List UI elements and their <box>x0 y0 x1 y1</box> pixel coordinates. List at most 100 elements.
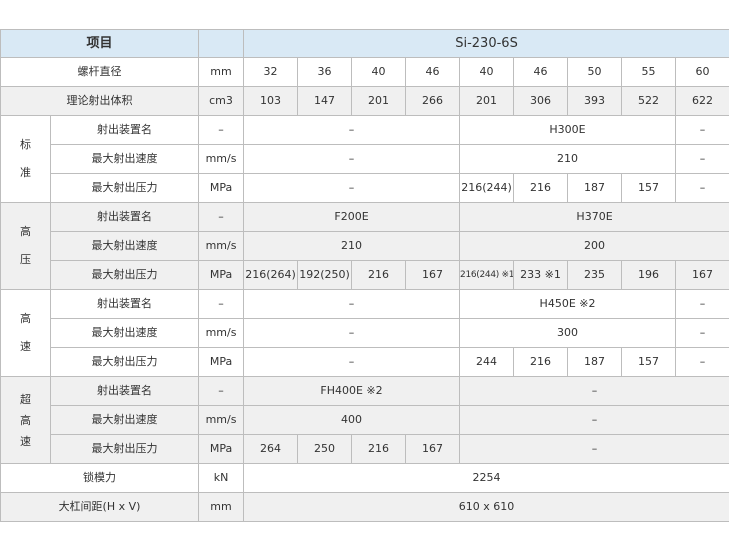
high-pressure-unit-name-label: 射出装置名 <box>49 202 200 232</box>
screw-diameter-value: 36 <box>297 57 353 87</box>
standard-unit-row: 标 准 射出装置名 – – H300E – <box>0 115 729 203</box>
clamp-force-label: 锁模力 <box>0 463 200 493</box>
ultra-high-speed-pressure-value: 250 <box>297 434 353 464</box>
high-speed-pressure-value: 187 <box>567 347 623 377</box>
high-speed-pressure-row: 最大射出压力 MPa – 244 216 187 157 – <box>1 347 729 377</box>
high-pressure-speed-label: 最大射出速度 <box>49 231 200 261</box>
ultra-high-speed-unit-right: – <box>459 376 729 406</box>
screw-diameter-value: 40 <box>351 57 407 87</box>
shot-volume-value: 103 <box>243 86 299 116</box>
standard-pressure-left: – <box>243 173 461 203</box>
high-pressure-speed-right: 200 <box>459 231 729 261</box>
clamp-force-value: 2254 <box>243 463 729 493</box>
standard-pressure-right: – <box>675 173 729 203</box>
high-pressure-pressure-label: 最大射出压力 <box>49 260 200 290</box>
high-pressure-speed-row: 最大射出速度 mm/s 210 200 <box>1 231 729 261</box>
standard-unit-right: – <box>675 115 729 145</box>
standard-unit-name-unit: – <box>198 115 245 145</box>
ultra-high-speed-speed-unit: mm/s <box>198 405 245 435</box>
item-header: 项目 <box>0 29 200 58</box>
ultra-high-speed-pressure-row: 最大射出压力 MPa 264 250 216 167 – <box>1 434 729 464</box>
standard-speed-label: 最大射出速度 <box>49 144 200 174</box>
standard-pressure-unit: MPa <box>198 173 245 203</box>
high-speed-pressure-value: 244 <box>459 347 515 377</box>
high-speed-speed-label: 最大射出速度 <box>49 318 200 348</box>
high-speed-group-label: 高 速 <box>0 289 51 377</box>
header-row: 项目 Si-230-6S <box>0 29 729 58</box>
shot-volume-value: 393 <box>567 86 623 116</box>
high-pressure-unit-left: F200E <box>243 202 461 232</box>
screw-diameter-unit: mm <box>198 57 245 87</box>
high-speed-speed-left: – <box>243 318 461 348</box>
clamp-force-row: 锁模力 kN 2254 <box>0 463 729 493</box>
standard-pressure-value: 216(244) <box>459 173 515 203</box>
ultra-high-speed-speed-right: – <box>459 405 729 435</box>
tiebar-spacing-row: 大杠间距(H x V) mm 610 x 610 <box>0 492 729 522</box>
standard-unit-name-label: 射出装置名 <box>49 115 200 145</box>
shot-volume-value: 201 <box>459 86 515 116</box>
spec-table: 项目 Si-230-6S 螺杆直径 mm 32 36 40 46 40 46 5… <box>0 29 729 522</box>
shot-volume-value: 266 <box>405 86 461 116</box>
tiebar-spacing-unit: mm <box>198 492 245 522</box>
high-speed-speed-right: – <box>675 318 729 348</box>
high-pressure-pressure-value: 235 <box>567 260 623 290</box>
high-pressure-speed-left: 210 <box>243 231 461 261</box>
standard-speed-left: – <box>243 144 461 174</box>
high-pressure-pressure-value: 167 <box>675 260 729 290</box>
shot-volume-row: 理论射出体积 cm3 103 147 201 266 201 306 393 5… <box>0 86 729 116</box>
high-pressure-pressure-value: 167 <box>405 260 461 290</box>
high-pressure-speed-unit: mm/s <box>198 231 245 261</box>
shot-volume-label: 理论射出体积 <box>0 86 200 116</box>
screw-diameter-row: 螺杆直径 mm 32 36 40 46 40 46 50 55 60 <box>0 57 729 87</box>
standard-speed-unit: mm/s <box>198 144 245 174</box>
ultra-high-speed-speed-row: 最大射出速度 mm/s 400 – <box>1 405 729 435</box>
high-pressure-unit-row: 高 压 射出装置名 – F200E H370E <box>0 202 729 290</box>
high-pressure-unit-right: H370E <box>459 202 729 232</box>
ultra-high-speed-unit-name-unit: – <box>198 376 245 406</box>
ultra-high-speed-unit-row: 超 高 速 射出装置名 – FH400E ※2 – <box>0 376 729 464</box>
screw-diameter-value: 40 <box>459 57 515 87</box>
screw-diameter-label: 螺杆直径 <box>0 57 200 87</box>
standard-group-label: 标 准 <box>0 115 51 203</box>
high-pressure-pressure-value: 196 <box>621 260 677 290</box>
shot-volume-value: 622 <box>675 86 729 116</box>
shot-volume-value: 522 <box>621 86 677 116</box>
high-pressure-pressure-value: 192(250) <box>297 260 353 290</box>
high-speed-unit-right: – <box>675 289 729 319</box>
clamp-force-unit: kN <box>198 463 245 493</box>
ultra-high-speed-speed-left: 400 <box>243 405 461 435</box>
high-speed-pressure-label: 最大射出压力 <box>49 347 200 377</box>
screw-diameter-value: 32 <box>243 57 299 87</box>
standard-pressure-label: 最大射出压力 <box>49 173 200 203</box>
high-speed-unit-name-label: 射出装置名 <box>49 289 200 319</box>
ultra-high-speed-pressure-value: 216 <box>351 434 407 464</box>
ultra-high-speed-pressure-value: 167 <box>405 434 461 464</box>
high-pressure-pressure-value: 216(264) <box>243 260 299 290</box>
ultra-high-speed-unit-name-label: 射出装置名 <box>49 376 200 406</box>
ultra-high-speed-pressure-value: 264 <box>243 434 299 464</box>
ultra-high-speed-unit-left: FH400E ※2 <box>243 376 461 406</box>
high-pressure-pressure-row: 最大射出压力 MPa 216(264) 192(250) 216 167 216… <box>1 260 729 290</box>
high-speed-pressure-unit: MPa <box>198 347 245 377</box>
screw-diameter-value: 46 <box>405 57 461 87</box>
high-speed-pressure-left: – <box>243 347 461 377</box>
high-speed-speed-unit: mm/s <box>198 318 245 348</box>
standard-pressure-value: 216 <box>513 173 569 203</box>
tiebar-spacing-value: 610 x 610 <box>243 492 729 522</box>
high-speed-unit-left: – <box>243 289 461 319</box>
standard-pressure-row: 最大射出压力 MPa – 216(244) 216 187 157 – <box>1 173 729 203</box>
screw-diameter-value: 46 <box>513 57 569 87</box>
header-unit-blank <box>198 29 245 58</box>
high-pressure-pressure-value: 216 <box>351 260 407 290</box>
ultra-high-speed-pressure-right: – <box>459 434 729 464</box>
standard-speed-right: – <box>675 144 729 174</box>
high-speed-speed-mid: 300 <box>459 318 677 348</box>
standard-unit-mid: H300E <box>459 115 677 145</box>
standard-unit-left: – <box>243 115 461 145</box>
high-speed-pressure-value: 157 <box>621 347 677 377</box>
standard-speed-row: 最大射出速度 mm/s – 210 – <box>1 144 729 174</box>
screw-diameter-value: 60 <box>675 57 729 87</box>
high-speed-unit-name-unit: – <box>198 289 245 319</box>
high-speed-pressure-value: 216 <box>513 347 569 377</box>
ultra-high-speed-pressure-label: 最大射出压力 <box>49 434 200 464</box>
